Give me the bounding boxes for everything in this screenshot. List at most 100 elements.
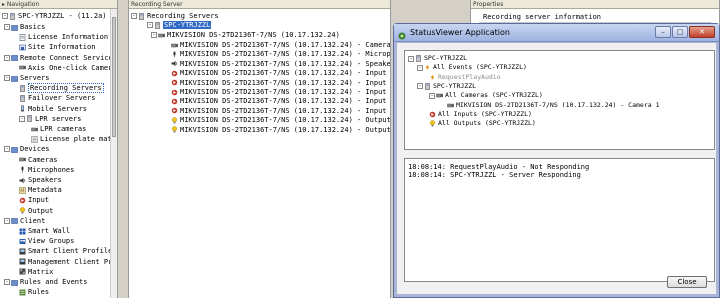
- server-icon: [415, 55, 422, 62]
- status-tree-node[interactable]: RequestPlayAudio: [429, 73, 501, 82]
- app-icon: [398, 29, 406, 40]
- nav-item-mobile-servers[interactable]: Mobile Servers: [19, 104, 87, 114]
- tree-expander[interactable]: -: [131, 13, 137, 19]
- tree-expander[interactable]: -: [19, 115, 25, 122]
- navigation-pane: ▸ Navigation - SPC-YTRJZZL - (11.2a) - Basi…: [0, 0, 118, 298]
- nav-item-label: Axis One-click Camera: [28, 63, 117, 72]
- nav-item-servers[interactable]: - Servers: [4, 73, 50, 83]
- device-channel-label: MIKVISION DS-2TD2136T-7/NS (10.17.132.24…: [180, 88, 391, 96]
- device-channel-label: MIKVISION DS-2TD2136T-7/NS (10.17.132.24…: [180, 125, 391, 134]
- statusviewer-dialog: StatusViewer Application – □ ✕ - SPC-YTRJ…: [393, 23, 720, 298]
- status-tree-node[interactable]: - All Events (SPC-YTRJZZL): [417, 63, 527, 72]
- tree-expander[interactable]: -: [417, 64, 423, 71]
- event-icon: [424, 64, 431, 71]
- nav-item-failover-servers[interactable]: Failover Servers: [19, 93, 95, 103]
- status-tree-label: All Cameras (SPC-YTRJZZL): [445, 91, 543, 100]
- nav-item-output[interactable]: Output: [19, 206, 53, 216]
- nav-server-node[interactable]: - SPC-YTRJZZL - (11.2a): [2, 11, 107, 21]
- nav-item-rules[interactable]: Rules: [19, 287, 49, 297]
- site-icon: [19, 44, 26, 51]
- status-tree-node[interactable]: - SPC-YTRJZZL: [417, 82, 476, 91]
- status-tree-node[interactable]: All Inputs (SPC-YTRJZZL): [429, 110, 532, 119]
- close-window-button[interactable]: ✕: [689, 26, 715, 38]
- status-tree-label: All Outputs (SPC-YTRJZZL): [438, 119, 536, 128]
- nav-item-lpr-servers[interactable]: - LPR servers: [19, 114, 81, 124]
- nav-item-license-information[interactable]: License Information: [19, 32, 108, 42]
- nav-item-microphones[interactable]: Microphones: [19, 165, 74, 175]
- tree-expander[interactable]: -: [417, 83, 423, 90]
- nav-item-site-information[interactable]: Site Information: [19, 42, 95, 52]
- nav-item-basics[interactable]: - Basics: [4, 22, 45, 32]
- nav-item-axis-one-click-camera[interactable]: Axis One-click Camera: [19, 63, 117, 73]
- nav-item-label: Devices: [20, 145, 50, 154]
- tree-expander[interactable]: -: [151, 32, 157, 38]
- nav-item-label: Smart Wall: [28, 227, 71, 235]
- navigation-scrollbar[interactable]: [110, 9, 117, 298]
- nav-item-label: Input: [28, 196, 50, 205]
- nav-item-smart-wall[interactable]: Smart Wall: [19, 226, 70, 236]
- pane-splitter[interactable]: [118, 0, 128, 298]
- tree-expander[interactable]: -: [4, 279, 10, 285]
- camera-icon: [31, 126, 38, 133]
- input-icon: [171, 79, 178, 86]
- nav-item-label: LPR servers: [35, 114, 82, 123]
- log-line: 18:08:14: RequestPlayAudio - Not Respond…: [408, 163, 590, 171]
- folder-icon: [11, 146, 18, 153]
- event-icon: [429, 74, 436, 81]
- nav-item-rules-and-events[interactable]: - Rules and Events: [4, 277, 87, 287]
- profile-icon: [19, 248, 26, 255]
- nav-item-metadata[interactable]: M Metadata: [19, 185, 62, 195]
- nav-item-devices[interactable]: - Devices: [4, 144, 50, 154]
- metadata-icon: M: [19, 186, 26, 194]
- nav-item-client[interactable]: - Client: [4, 216, 45, 226]
- folder-icon: [11, 54, 18, 61]
- tree-expander[interactable]: -: [4, 24, 10, 30]
- status-tree-node[interactable]: - SPC-YTRJZZL: [408, 54, 467, 63]
- server-icon: [154, 21, 161, 29]
- status-tree-node[interactable]: All Outputs (SPC-YTRJZZL): [429, 119, 536, 128]
- status-tree-label: All Events (SPC-YTRJZZL): [433, 63, 527, 72]
- tree-expander[interactable]: -: [429, 92, 435, 99]
- tree-expander[interactable]: -: [4, 54, 10, 61]
- device-channel-row[interactable]: MIKVISION DS-2TD2136T-7/NS (10.17.132.24…: [171, 125, 391, 135]
- device-node[interactable]: - MIKVISION DS-2TD2136T-7/NS (10.17.132.2…: [151, 30, 340, 40]
- tree-expander[interactable]: -: [4, 146, 10, 153]
- nav-item-lpr-cameras[interactable]: LPR cameras: [31, 124, 86, 134]
- nav-item-view-groups[interactable]: View Groups: [19, 236, 74, 246]
- device-channel-label: MIKVISION DS-2TD2136T-7/NS (10.17.132.24…: [180, 116, 391, 125]
- tree-expander[interactable]: -: [2, 13, 8, 19]
- folder-icon: [11, 24, 18, 31]
- minimize-button[interactable]: –: [655, 26, 671, 38]
- status-tree-node[interactable]: - All Cameras (SPC-YTRJZZL): [429, 91, 543, 100]
- input-icon: [429, 111, 436, 118]
- scrollbar-thumb[interactable]: [112, 17, 116, 137]
- tree-expander[interactable]: -: [147, 22, 153, 28]
- status-log[interactable]: 18:08:14: RequestPlayAudio - Not Respond…: [404, 158, 715, 282]
- nav-item-management-client-pro[interactable]: Management Client Pro: [19, 257, 117, 267]
- recording-server-header: Recording Server: [129, 0, 390, 9]
- nav-item-remote-connect-services[interactable]: - Remote Connect Services: [4, 53, 117, 63]
- nav-item-input[interactable]: Input: [19, 195, 49, 205]
- status-tree-label: MIKVISION DS-2TD2136T-7/NS (10.17.132.24…: [456, 100, 660, 109]
- nav-item-label: Metadata: [28, 186, 62, 195]
- status-tree-label: All Inputs (SPC-YTRJZZL): [438, 109, 532, 118]
- recording-servers-node-label: Recording Servers: [147, 12, 219, 20]
- dialog-titlebar[interactable]: StatusViewer Application – □ ✕: [394, 24, 719, 42]
- nav-item-recording-servers[interactable]: Recording Servers: [19, 83, 104, 94]
- tree-expander[interactable]: -: [408, 55, 414, 62]
- device-channel-label: MIKVISION DS-2TD2136T-7/NS (10.17.132.24…: [180, 41, 391, 49]
- status-tree[interactable]: - SPC-YTRJZZL - All Events (SPC-YTRJZZL) Req…: [404, 50, 715, 150]
- nav-item-smart-client-profiles[interactable]: Smart Client Profiles: [19, 246, 117, 256]
- nav-item-matrix[interactable]: Matrix: [19, 267, 53, 277]
- server-node[interactable]: - SPC-YTRJZZL: [147, 20, 212, 30]
- folder-icon: [11, 279, 18, 286]
- status-tree-node[interactable]: MIKVISION DS-2TD2136T-7/NS (10.17.132.24…: [447, 101, 660, 110]
- nav-item-license-plate-match-l[interactable]: License plate match l: [31, 134, 117, 144]
- close-button[interactable]: Close: [667, 276, 707, 288]
- maximize-button[interactable]: □: [672, 26, 688, 38]
- tree-expander[interactable]: -: [4, 217, 10, 224]
- nav-item-cameras[interactable]: Cameras: [19, 155, 58, 165]
- device-channel-label: MIKVISION DS-2TD2136T-7/NS (10.17.132.24…: [180, 97, 391, 106]
- nav-item-speakers[interactable]: Speakers: [19, 175, 62, 185]
- tree-expander[interactable]: -: [4, 75, 10, 81]
